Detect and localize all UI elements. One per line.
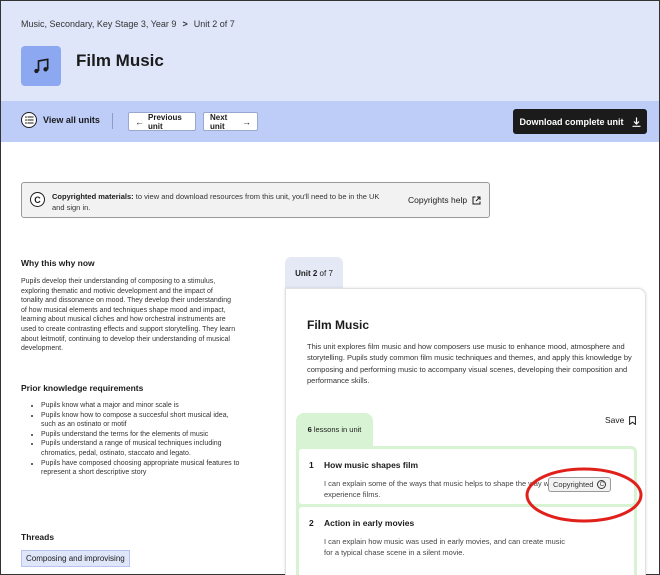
unit-tab-suffix: of 7 [317, 269, 333, 278]
unit-card-description: This unit explores film music and how co… [307, 342, 632, 386]
copyright-message: Copyrighted materials: to view and downl… [52, 191, 392, 213]
lesson-title[interactable]: Action in early movies [324, 518, 414, 528]
why-this-why-now-section: Why this why now Pupils develop their un… [21, 258, 236, 354]
lesson-card[interactable]: 2 Action in early movies I can explain h… [299, 507, 634, 575]
lesson-card[interactable]: 1 How music shapes film I can explain so… [299, 449, 634, 504]
lesson-number: 1 [309, 460, 314, 470]
breadcrumb-path[interactable]: Music, Secondary, Key Stage 3, Year 9 [21, 19, 176, 29]
next-unit-button[interactable]: Next unit → [203, 112, 258, 131]
why-body: Pupils develop their understanding of co… [21, 278, 236, 353]
breadcrumb: Music, Secondary, Key Stage 3, Year 9 > Un… [21, 19, 235, 29]
download-unit-button[interactable]: Download complete unit [513, 109, 647, 134]
copyright-strong: Copyrighted materials: [52, 192, 134, 201]
bookmark-icon [629, 415, 637, 425]
copyrights-help-label: Copyrights help [408, 195, 468, 205]
next-unit-label: Next unit [210, 112, 228, 131]
copyrighted-badge: Copyrighted C [548, 477, 612, 492]
download-unit-label: Download complete unit [519, 116, 624, 127]
thread-tag[interactable]: Composing and improvising [21, 550, 130, 567]
list-icon [21, 112, 37, 128]
unit-card: Film Music This unit explores film music… [285, 288, 646, 575]
previous-unit-button[interactable]: ← Previous unit [128, 112, 196, 131]
list-item: Pupils know what a major and minor scale… [41, 401, 241, 411]
page-title: Film Music [76, 51, 164, 70]
nav-divider [112, 113, 113, 129]
unit-card-title: Film Music [307, 318, 370, 332]
unit-icon-tile [21, 46, 61, 86]
prior-knowledge-section: Prior knowledge requirements Pupils know… [21, 383, 241, 478]
download-icon [632, 117, 640, 127]
music-note-icon [34, 58, 49, 74]
unit-navbar: View all units ← Previous unit Next unit… [1, 101, 659, 142]
lesson-title[interactable]: How music shapes film [324, 460, 418, 470]
list-item: Pupils know how to compose a succesful s… [41, 411, 241, 430]
save-button[interactable]: Save [605, 415, 637, 425]
copyright-banner: C Copyrighted materials: to view and dow… [21, 182, 490, 218]
unit-header: Music, Secondary, Key Stage 3, Year 9 > Un… [1, 1, 659, 101]
copyright-icon: C [597, 480, 607, 489]
prior-list: Pupils know what a major and minor scale… [41, 401, 241, 478]
save-label: Save [605, 415, 625, 425]
threads-section: Threads Composing and improvising [21, 532, 130, 567]
lesson-number: 2 [309, 518, 314, 528]
breadcrumb-separator: > [182, 19, 188, 29]
unit-position-tab: Unit 2 of 7 [285, 257, 343, 290]
arrow-left-icon: ← [135, 116, 144, 127]
view-all-units-label: View all units [43, 115, 100, 125]
list-item: Pupils understand the terms for the elem… [41, 430, 241, 440]
previous-unit-label: Previous unit [148, 112, 182, 131]
copyright-icon: C [30, 192, 45, 207]
view-all-units-button[interactable]: View all units [21, 112, 100, 128]
unit-tab-prefix: Unit [295, 269, 313, 278]
why-heading: Why this why now [21, 258, 95, 268]
lessons-count-label: lessons in unit [311, 425, 362, 434]
list-item: Pupils understand a range of musical tec… [41, 439, 241, 458]
lessons-count-tab: 6 lessons in unit [296, 413, 373, 446]
copyrighted-label: Copyrighted [553, 480, 594, 489]
external-link-icon [472, 196, 481, 204]
prior-heading: Prior knowledge requirements [21, 383, 144, 393]
lesson-description: I can explain how music was used in earl… [324, 537, 565, 558]
copyrights-help-link[interactable]: Copyrights help [408, 195, 481, 205]
arrow-right-icon: → [242, 116, 251, 127]
threads-heading: Threads [21, 532, 55, 542]
breadcrumb-current: Unit 2 of 7 [193, 19, 235, 29]
list-item: Pupils have composed choosing appropriat… [41, 459, 241, 478]
lessons-list: 1 How music shapes film I can explain so… [296, 446, 637, 575]
lesson-description: I can explain some of the ways that musi… [324, 479, 554, 500]
